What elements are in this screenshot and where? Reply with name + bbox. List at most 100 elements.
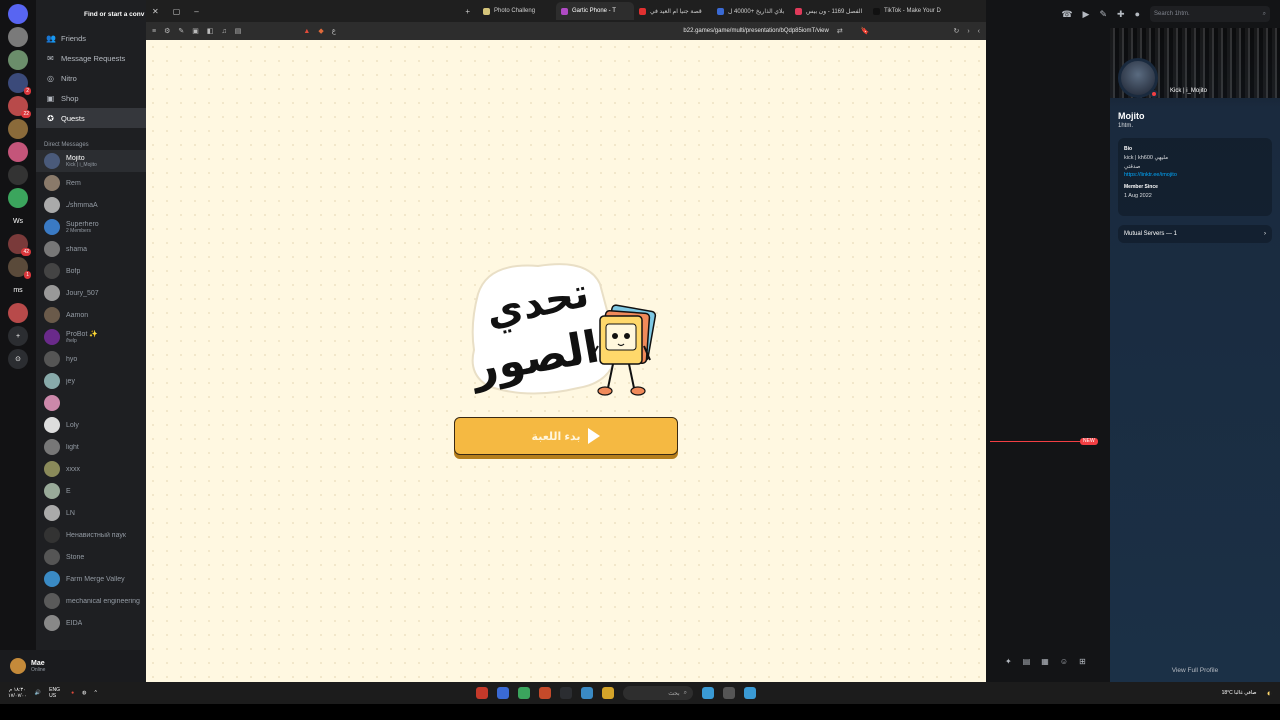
- sticker-icon[interactable]: ▦: [1041, 657, 1049, 666]
- gift-icon[interactable]: ✦: [1005, 657, 1012, 666]
- server-icon[interactable]: ms: [8, 280, 28, 300]
- dm-item[interactable]: Ненавистный паук: [36, 524, 146, 546]
- dm-item[interactable]: hyo: [36, 348, 146, 370]
- taskbar-app-icon[interactable]: [539, 687, 551, 699]
- server-icon[interactable]: [8, 50, 28, 70]
- close-icon[interactable]: ✕: [152, 7, 159, 16]
- screenshot-icon[interactable]: ▤: [235, 27, 242, 35]
- sidebar-icon[interactable]: ◧: [207, 27, 214, 35]
- server-icon[interactable]: ⊙: [8, 349, 28, 369]
- taskbar-app-icon[interactable]: [602, 687, 614, 699]
- brave-shield-icon[interactable]: ▲: [303, 28, 310, 35]
- server-icon[interactable]: [8, 142, 28, 162]
- weather-label[interactable]: 18°C صافي غالبا: [1222, 690, 1257, 696]
- server-icon[interactable]: [8, 188, 28, 208]
- mutual-servers-button[interactable]: Mutual Servers — 1 ›: [1118, 225, 1272, 243]
- pin-icon[interactable]: ✎: [1099, 9, 1107, 20]
- menu-icon[interactable]: ≡: [152, 28, 156, 35]
- music-icon[interactable]: ♫: [222, 28, 227, 35]
- volume-icon[interactable]: 🔊: [35, 690, 41, 696]
- dm-item[interactable]: light: [36, 436, 146, 458]
- dm-item[interactable]: ـ/shmmaA: [36, 194, 146, 216]
- dm-item[interactable]: EIDA: [36, 612, 146, 634]
- server-icon[interactable]: +: [8, 326, 28, 346]
- bio-link[interactable]: https://linktr.ee/imojito: [1124, 172, 1266, 178]
- browser-tab[interactable]: بلاي الذاريخ +40000 ل: [712, 2, 790, 20]
- browser-tab[interactable]: TikTok - Make Your D: [868, 2, 946, 20]
- minimize-icon[interactable]: –: [194, 7, 198, 16]
- dm-item[interactable]: Aamon: [36, 304, 146, 326]
- taskbar-app-icon[interactable]: [518, 687, 530, 699]
- view-full-profile-link[interactable]: View Full Profile: [1110, 667, 1280, 674]
- nav-item-shop[interactable]: ▣ Shop: [36, 88, 146, 108]
- bookmark-icon[interactable]: 🔖: [861, 27, 870, 35]
- search-input[interactable]: Search 1htm. ⌕: [1150, 6, 1270, 22]
- dm-item[interactable]: Farm Merge Valley: [36, 568, 146, 590]
- emoji-icon[interactable]: ☺: [1060, 657, 1068, 666]
- rewards-icon[interactable]: ◆: [318, 27, 323, 35]
- server-icon[interactable]: [8, 303, 28, 323]
- start-game-button[interactable]: بدء اللعبة: [454, 417, 678, 455]
- dm-item[interactable]: E: [36, 480, 146, 502]
- dm-item[interactable]: LN: [36, 502, 146, 524]
- dm-item[interactable]: Stone: [36, 546, 146, 568]
- chevron-up-icon[interactable]: ^: [95, 690, 97, 696]
- language-indicator[interactable]: ENG US: [49, 687, 63, 699]
- browser-tab[interactable]: Photo Challeng: [478, 2, 556, 20]
- dm-item[interactable]: Superhero 2 Members: [36, 216, 146, 238]
- share-icon[interactable]: ⇄: [837, 27, 843, 35]
- server-icon[interactable]: Ws: [8, 211, 28, 231]
- network-icon[interactable]: ◍: [82, 690, 86, 696]
- dm-item[interactable]: Rem: [36, 172, 146, 194]
- dm-item[interactable]: shama: [36, 238, 146, 260]
- taskbar-app-icon[interactable]: [560, 687, 572, 699]
- taskbar-app-icon[interactable]: [702, 687, 714, 699]
- new-tab-icon[interactable]: +: [465, 7, 478, 16]
- find-conversation-button[interactable]: Find or start a conv: [36, 0, 146, 28]
- address-bar[interactable]: b22.games/game/multi/presentation/bQdp85…: [649, 28, 828, 34]
- back-icon[interactable]: ‹: [978, 28, 980, 35]
- settings-icon[interactable]: ⚙: [164, 27, 170, 35]
- server-icon[interactable]: 1: [8, 257, 31, 279]
- collections-icon[interactable]: ▣: [192, 27, 199, 35]
- reload-icon[interactable]: ↻: [953, 27, 959, 35]
- taskbar-app-icon[interactable]: [723, 687, 735, 699]
- dm-item[interactable]: ProBot ✨/help: [36, 326, 146, 348]
- apps-icon[interactable]: ⊞: [1079, 657, 1086, 666]
- mic-icon[interactable]: ●: [71, 690, 74, 696]
- server-icon[interactable]: [8, 4, 28, 24]
- server-icon[interactable]: 22: [8, 96, 31, 118]
- server-icon[interactable]: 42: [8, 234, 31, 256]
- dm-item[interactable]: [36, 392, 146, 414]
- browser-tab[interactable]: الفصل 1169 - ون بيس: [790, 2, 868, 20]
- user-panel[interactable]: Mae Online: [0, 650, 146, 682]
- server-icon[interactable]: [8, 27, 28, 47]
- start-menu-icon[interactable]: [744, 687, 756, 699]
- taskbar-app-icon[interactable]: [497, 687, 509, 699]
- dm-item[interactable]: Mojito Kick | i_Mojito: [36, 150, 146, 172]
- taskbar-search[interactable]: بحث ⌕: [623, 686, 693, 700]
- nav-item-nitro[interactable]: ◎ Nitro: [36, 68, 146, 88]
- extensions-icon[interactable]: ✎: [178, 27, 184, 35]
- nav-item-message-requests[interactable]: ✉ Message Requests: [36, 48, 146, 68]
- server-icon[interactable]: [8, 165, 28, 185]
- dm-item[interactable]: mechanical engineering: [36, 590, 146, 612]
- nav-item-quests[interactable]: ✪ Quests: [36, 108, 146, 128]
- translate-icon[interactable]: ﻉ: [332, 27, 336, 35]
- forward-icon[interactable]: ›: [967, 28, 969, 35]
- video-icon[interactable]: ▶: [1083, 9, 1090, 20]
- phone-icon[interactable]: ☎: [1061, 9, 1072, 20]
- server-icon[interactable]: 2: [8, 73, 31, 95]
- dm-item[interactable]: Joury_507: [36, 282, 146, 304]
- gif-icon[interactable]: ▤: [1023, 657, 1031, 666]
- dm-item[interactable]: jey: [36, 370, 146, 392]
- maximize-icon[interactable]: ▢: [173, 7, 181, 16]
- dm-item[interactable]: xxxx: [36, 458, 146, 480]
- nav-item-friends[interactable]: 👥 Friends: [36, 28, 146, 48]
- dm-item[interactable]: Bofp: [36, 260, 146, 282]
- browser-tab[interactable]: Gartic Phone - T: [556, 2, 634, 20]
- dm-item[interactable]: Loly: [36, 414, 146, 436]
- taskbar-app-icon[interactable]: [581, 687, 593, 699]
- profile-icon[interactable]: ●: [1135, 9, 1140, 19]
- server-icon[interactable]: [8, 119, 28, 139]
